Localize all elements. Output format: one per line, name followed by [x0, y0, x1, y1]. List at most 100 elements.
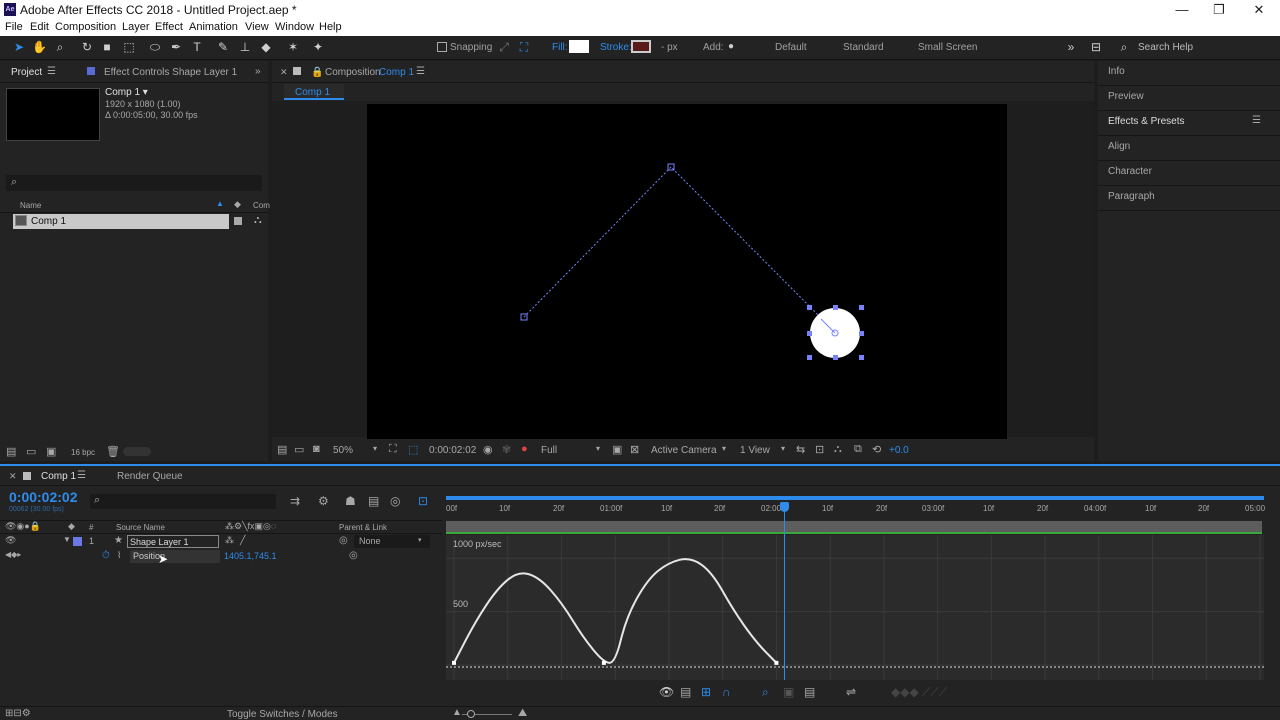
- snap-icon[interactable]: ∩: [722, 685, 731, 699]
- timeline-current-time[interactable]: 0:00:02:02: [9, 489, 78, 505]
- separate-dimensions-icon[interactable]: ▤: [804, 685, 815, 699]
- channel-icon[interactable]: ●: [521, 443, 528, 455]
- snap-edges-icon[interactable]: ⤢: [497, 40, 511, 54]
- workspace-standard[interactable]: Standard: [843, 42, 884, 53]
- stroke-swatch[interactable]: [631, 40, 651, 53]
- viewer-timecode[interactable]: 0:00:02:02: [429, 445, 476, 456]
- vr-icon[interactable]: ◙: [313, 443, 320, 455]
- panel-paragraph[interactable]: Paragraph: [1098, 186, 1280, 211]
- stroke-label[interactable]: Stroke:: [600, 42, 632, 53]
- keyframe-interp-icons[interactable]: ◆◆◆ ⟋⟋⟋: [891, 685, 947, 700]
- pen-tool-icon[interactable]: ✒: [169, 40, 183, 54]
- project-search-input[interactable]: ⌕: [6, 175, 262, 191]
- eraser-tool-icon[interactable]: ◆: [259, 40, 273, 54]
- property-row[interactable]: ◀◆▸ ⏱ ⌇ Position 1405.1,745.1 ◎: [0, 550, 442, 564]
- av-switches-icon[interactable]: 👁◉●🔒: [5, 521, 41, 532]
- column-name[interactable]: Name: [20, 201, 41, 210]
- graph-editor-icon[interactable]: ⊡: [418, 494, 428, 508]
- fit-icon[interactable]: ⛶: [389, 443, 397, 456]
- search-help-input[interactable]: Search Help: [1138, 42, 1193, 53]
- expand-tabs-icon[interactable]: »: [255, 66, 261, 77]
- reset-exposure-icon[interactable]: ⟲: [872, 443, 881, 456]
- menu-layer[interactable]: Layer: [122, 21, 150, 33]
- view-layout-select[interactable]: 1 View: [740, 445, 770, 456]
- project-item-comp[interactable]: Comp 1: [13, 214, 229, 229]
- search-icon[interactable]: ⌕: [1117, 40, 1131, 54]
- exposure-value[interactable]: +0.0: [889, 445, 909, 456]
- menu-window[interactable]: Window: [275, 21, 314, 33]
- comp-flowchart-icon[interactable]: ⛬: [834, 443, 842, 456]
- zoom-in-icon[interactable]: ⛰: [518, 707, 527, 720]
- workspace-default[interactable]: Default: [775, 42, 807, 53]
- graph-toggle-icon[interactable]: ⌇: [117, 550, 121, 561]
- fit-selection-icon[interactable]: ⌕: [762, 685, 769, 700]
- clone-stamp-tool-icon[interactable]: ⊥: [238, 40, 252, 54]
- render-icon[interactable]: ⧉: [854, 443, 862, 456]
- shy-icon[interactable]: ☗: [345, 494, 356, 508]
- number-column[interactable]: #: [89, 523, 93, 532]
- monitor-icon[interactable]: ▭: [294, 443, 304, 456]
- minimize-icon[interactable]: —: [1174, 2, 1190, 17]
- rotate-tool-icon[interactable]: ↻: [80, 40, 94, 54]
- snapping-checkbox[interactable]: [437, 42, 447, 52]
- project-menu-icon[interactable]: ☰: [47, 66, 56, 77]
- menu-edit[interactable]: Edit: [30, 21, 49, 33]
- menu-view[interactable]: View: [245, 21, 269, 33]
- layer-label-color[interactable]: [73, 537, 82, 546]
- roto-brush-tool-icon[interactable]: ✶: [286, 40, 300, 54]
- parent-link-column[interactable]: Parent & Link: [339, 523, 387, 532]
- menu-composition[interactable]: Composition: [55, 21, 116, 33]
- menu-help[interactable]: Help: [319, 21, 342, 33]
- transparency-grid-icon[interactable]: ⊠: [630, 443, 639, 456]
- zoom-out-icon[interactable]: ▲: [452, 707, 462, 718]
- property-pick-whip-icon[interactable]: ◎: [349, 550, 358, 561]
- trash-icon[interactable]: 🗑: [106, 445, 120, 458]
- menu-effect[interactable]: Effect: [155, 21, 183, 33]
- panel-align[interactable]: Align: [1098, 136, 1280, 161]
- menu-animation[interactable]: Animation: [189, 21, 238, 33]
- playhead-handle[interactable]: [780, 502, 789, 512]
- ellipse-tool-icon[interactable]: ⬭: [148, 40, 162, 54]
- chevron-down-icon[interactable]: ▾: [143, 87, 148, 98]
- motion-blur-icon[interactable]: ◎: [390, 494, 400, 508]
- fill-swatch[interactable]: [569, 40, 589, 53]
- camera-tool-icon[interactable]: ■: [100, 40, 114, 54]
- show-properties-icon[interactable]: 👁: [659, 685, 674, 699]
- panel-character[interactable]: Character: [1098, 161, 1280, 186]
- panel-preview[interactable]: Preview: [1098, 86, 1280, 111]
- new-comp-icon[interactable]: ▣: [46, 445, 56, 458]
- zoom-level[interactable]: 50%: [333, 445, 353, 456]
- hand-tool-icon[interactable]: ✋: [32, 40, 47, 54]
- property-value[interactable]: 1405.1,745.1: [224, 551, 277, 561]
- layer-name-field[interactable]: Shape Layer 1: [127, 535, 219, 548]
- more-workspaces-icon[interactable]: »: [1064, 40, 1078, 54]
- tab-effect-controls[interactable]: Effect Controls Shape Layer 1: [104, 67, 237, 78]
- type-tool-icon[interactable]: T: [190, 40, 204, 54]
- interpret-footage-icon[interactable]: ▤: [6, 445, 16, 458]
- bit-depth[interactable]: 16 bpc: [71, 448, 95, 457]
- work-area-bar[interactable]: [446, 493, 1264, 501]
- close-timeline-icon[interactable]: ✕: [9, 471, 17, 482]
- draft-3d-icon[interactable]: ⚙: [318, 494, 329, 508]
- maximize-icon[interactable]: ❐: [1211, 2, 1227, 18]
- timeline-icon[interactable]: ⊡: [815, 443, 824, 456]
- always-preview-icon[interactable]: ▤: [277, 443, 287, 456]
- close-icon[interactable]: ✕: [1251, 2, 1267, 18]
- playhead-line[interactable]: [784, 502, 785, 680]
- fit-all-icon[interactable]: ▣: [783, 685, 794, 699]
- time-ruler[interactable]: 00f 10f 20f 01:00f 10f 20f 02:00f 10f 20…: [446, 502, 1265, 520]
- label-column-icon[interactable]: ◆: [68, 521, 75, 532]
- twirl-down-icon[interactable]: ▼: [63, 535, 71, 544]
- property-name-field[interactable]: Position: [130, 550, 220, 563]
- resolution-select[interactable]: Full: [541, 445, 557, 456]
- effects-menu-icon[interactable]: ☰: [1252, 115, 1261, 126]
- timeline-search-input[interactable]: ⌕: [90, 494, 276, 509]
- edit-keyframe-icon[interactable]: ⇌: [846, 685, 856, 699]
- workspace-small-screen[interactable]: Small Screen: [918, 42, 977, 53]
- add-menu-icon[interactable]: ●: [724, 40, 738, 54]
- camera-chevron-icon[interactable]: ▾: [722, 444, 726, 453]
- column-comment[interactable]: Com: [253, 201, 270, 210]
- timeline-menu-icon[interactable]: ☰: [77, 470, 86, 481]
- flowchart-icon[interactable]: ⛬: [254, 214, 262, 227]
- keyframe-nav-icon[interactable]: ◀◆▸: [5, 550, 21, 559]
